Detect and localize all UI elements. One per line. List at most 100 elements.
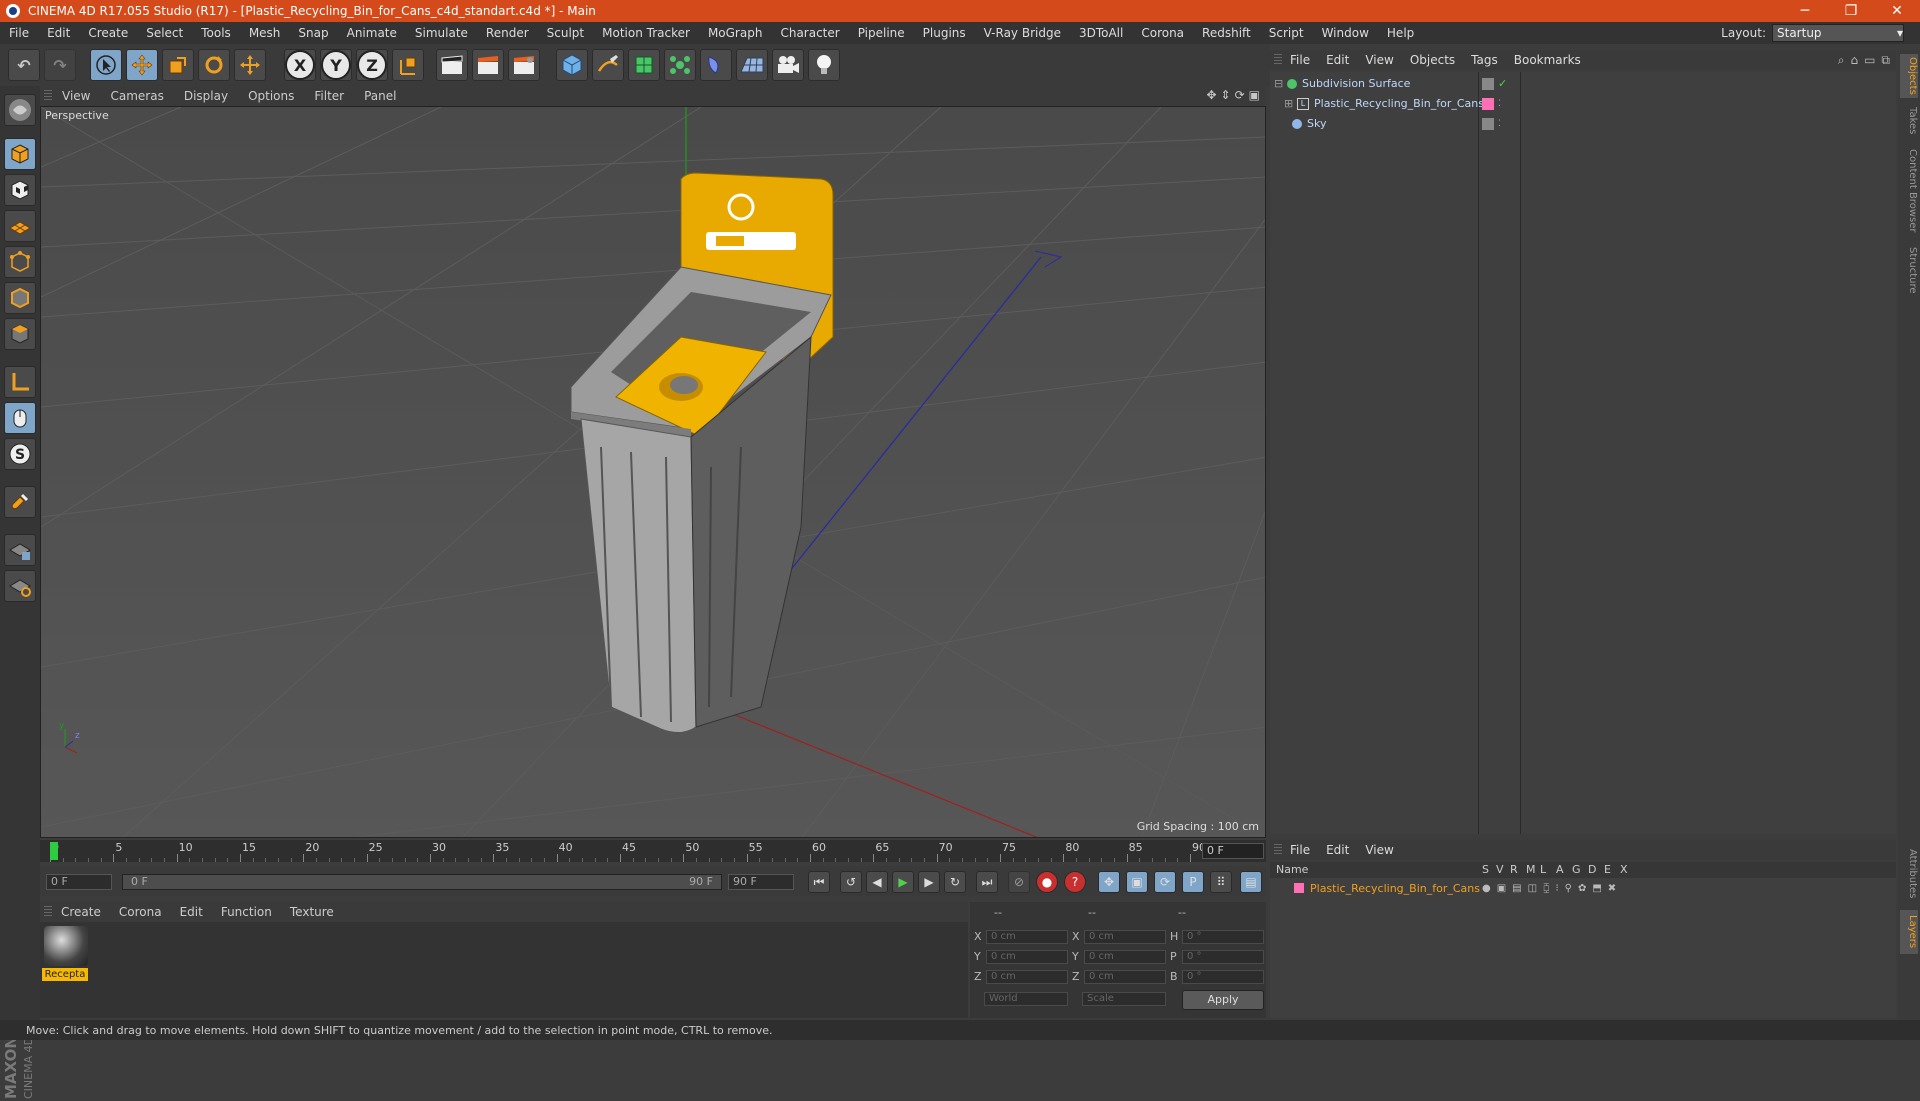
- om-menu-file[interactable]: File: [1282, 53, 1318, 67]
- coordinate-mode-dropdown[interactable]: Scale: [1082, 992, 1166, 1006]
- pos-z-field[interactable]: 0 cm: [986, 970, 1068, 984]
- om-menu-tags[interactable]: Tags: [1463, 53, 1506, 67]
- x-axis-lock-button[interactable]: X: [284, 49, 316, 81]
- rot-p-field[interactable]: 0 °: [1182, 950, 1264, 964]
- menu-redshift[interactable]: Redshift: [1193, 26, 1260, 40]
- layer-flag-icons[interactable]: ●▣▤◫⧮⁝⚲✿⬒✖: [1482, 883, 1622, 894]
- floor-button[interactable]: [736, 49, 768, 81]
- menu-mograph[interactable]: MoGraph: [699, 26, 772, 40]
- object-manager-list[interactable]: ⊟ Subdivision Surface ✓ ⊞ L Plastic_Recy…: [1270, 72, 1896, 834]
- menu-animate[interactable]: Animate: [338, 26, 406, 40]
- rotate-tool-button[interactable]: [198, 49, 230, 81]
- size-z-field[interactable]: 0 cm: [1084, 970, 1166, 984]
- tab-objects[interactable]: Objects: [1900, 54, 1918, 98]
- checkmark-icon[interactable]: ✓: [1498, 77, 1507, 90]
- next-key-button[interactable]: ↻: [944, 871, 966, 893]
- visibility-dots-icon[interactable]: ⁚: [1498, 99, 1501, 109]
- playhead[interactable]: [50, 842, 58, 860]
- viewport-menu-options[interactable]: Options: [238, 89, 304, 103]
- tab-layers[interactable]: Layers: [1900, 910, 1918, 954]
- lm-menu-view[interactable]: View: [1357, 843, 1401, 857]
- menu-corona[interactable]: Corona: [1132, 26, 1193, 40]
- record-active-button[interactable]: ●: [1036, 871, 1058, 893]
- current-frame-field[interactable]: 0 F: [1202, 843, 1264, 859]
- tab-takes[interactable]: Takes: [1900, 104, 1918, 138]
- record-keys-disabled-button[interactable]: ⊘: [1008, 871, 1030, 893]
- column-header-r[interactable]: R: [1510, 863, 1518, 876]
- menu-motion-tracker[interactable]: Motion Tracker: [593, 26, 699, 40]
- tab-structure[interactable]: Structure: [1900, 244, 1918, 296]
- viewport-rotate-icon[interactable]: ⟳: [1235, 88, 1245, 102]
- texture-mode-button[interactable]: [4, 174, 36, 206]
- material-menu-edit[interactable]: Edit: [171, 905, 212, 919]
- previous-frame-button[interactable]: ◀: [866, 871, 888, 893]
- undo-button[interactable]: ↶: [8, 49, 40, 81]
- autokey-button[interactable]: ?: [1064, 871, 1086, 893]
- material-menu-function[interactable]: Function: [212, 905, 281, 919]
- move-tool-button[interactable]: [126, 49, 158, 81]
- edges-mode-button[interactable]: [4, 282, 36, 314]
- lm-menu-edit[interactable]: Edit: [1318, 843, 1357, 857]
- viewport-menu-view[interactable]: View: [52, 89, 100, 103]
- scale-tool-button[interactable]: [162, 49, 194, 81]
- menu-file[interactable]: File: [0, 26, 38, 40]
- viewport-move-icon[interactable]: ✥: [1206, 88, 1216, 102]
- menu-3dtoall[interactable]: 3DToAll: [1070, 26, 1132, 40]
- coordinate-system-button[interactable]: [392, 49, 424, 81]
- menu-mesh[interactable]: Mesh: [240, 26, 290, 40]
- expand-plus-icon[interactable]: ⊞: [1284, 97, 1293, 110]
- menu-edit[interactable]: Edit: [38, 26, 79, 40]
- snap-button[interactable]: S: [4, 438, 36, 470]
- viewport-zoom-icon[interactable]: ⇕: [1221, 88, 1231, 102]
- close-button[interactable]: ✕: [1874, 3, 1920, 19]
- panel-grip-icon[interactable]: [1274, 844, 1282, 856]
- menu-create[interactable]: Create: [79, 26, 137, 40]
- material-manager-area[interactable]: Recepta: [40, 922, 968, 1018]
- object-name[interactable]: Sky: [1307, 117, 1326, 130]
- column-header-a[interactable]: A: [1556, 863, 1564, 876]
- key-position-button[interactable]: ✥: [1098, 871, 1120, 893]
- make-editable-button[interactable]: [4, 94, 36, 126]
- layer-name[interactable]: Plastic_Recycling_Bin_for_Cans: [1310, 882, 1480, 895]
- perspective-viewport[interactable]: Perspective y z Grid Spacing : 100 cm: [40, 106, 1266, 838]
- camera-button[interactable]: [772, 49, 804, 81]
- panel-grip-icon[interactable]: [44, 90, 52, 102]
- menu-pipeline[interactable]: Pipeline: [849, 26, 914, 40]
- render-picture-viewer-button[interactable]: [472, 49, 504, 81]
- transform-tool-button[interactable]: [234, 49, 266, 81]
- workplane-mode-button[interactable]: [4, 210, 36, 242]
- key-scale-button[interactable]: ▣: [1126, 871, 1148, 893]
- cloner-button[interactable]: [664, 49, 696, 81]
- timeline-window-button[interactable]: ▤: [1240, 871, 1262, 893]
- material-menu-create[interactable]: Create: [52, 905, 110, 919]
- menu-snap[interactable]: Snap: [289, 26, 337, 40]
- panel-grip-icon[interactable]: [44, 906, 52, 918]
- visibility-dots-icon[interactable]: ⁚: [1498, 119, 1501, 129]
- menu-help[interactable]: Help: [1378, 26, 1423, 40]
- om-menu-edit[interactable]: Edit: [1318, 53, 1357, 67]
- lm-menu-file[interactable]: File: [1282, 843, 1318, 857]
- column-header-s[interactable]: S: [1482, 863, 1489, 876]
- points-mode-button[interactable]: [4, 246, 36, 278]
- timeline-ruler[interactable]: 051015202530354045505560657075808590 0 F: [40, 840, 1266, 862]
- menu-vray-bridge[interactable]: V-Ray Bridge: [975, 26, 1070, 40]
- object-name[interactable]: Plastic_Recycling_Bin_for_Cans: [1314, 97, 1484, 110]
- viewport-menu-panel[interactable]: Panel: [354, 89, 406, 103]
- search-icon[interactable]: ⌕: [1838, 53, 1845, 68]
- lock-workplane-button[interactable]: [4, 534, 36, 566]
- next-frame-button[interactable]: ▶: [918, 871, 940, 893]
- restore-button[interactable]: ❐: [1828, 3, 1874, 19]
- key-parameter-button[interactable]: P: [1182, 871, 1204, 893]
- om-menu-bookmarks[interactable]: Bookmarks: [1506, 53, 1589, 67]
- menu-select[interactable]: Select: [137, 26, 192, 40]
- previous-key-button[interactable]: ↺: [840, 871, 862, 893]
- select-tool-button[interactable]: [90, 49, 122, 81]
- column-header-x[interactable]: X: [1620, 863, 1628, 876]
- layer-row[interactable]: Plastic_Recycling_Bin_for_Cans ●▣▤◫⧮⁝⚲✿⬒…: [1270, 880, 1896, 896]
- y-axis-lock-button[interactable]: Y: [320, 49, 352, 81]
- menu-render[interactable]: Render: [477, 26, 538, 40]
- cube-primitive-button[interactable]: [556, 49, 588, 81]
- size-y-field[interactable]: 0 cm: [1084, 950, 1166, 964]
- object-row-bin[interactable]: ⊞ L Plastic_Recycling_Bin_for_Cans ⁚: [1270, 94, 1896, 113]
- layer-color-swatch[interactable]: [1294, 883, 1304, 893]
